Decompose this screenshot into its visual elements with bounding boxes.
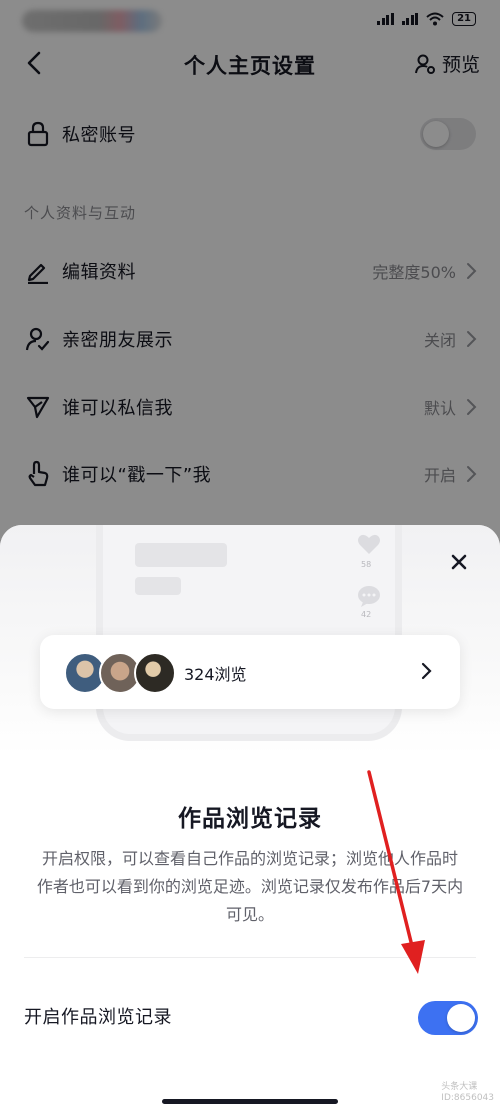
viewer-avatars (64, 652, 176, 694)
watermark-line2: ID:8656043 (441, 1093, 494, 1103)
home-indicator (162, 1099, 338, 1104)
avatar (134, 652, 176, 694)
toggle-knob (447, 1004, 475, 1032)
browse-history-toggle[interactable] (418, 1001, 478, 1035)
sheet-description: 开启权限，可以查看自己作品的浏览记录；浏览他人作品时作者也可以看到你的浏览足迹。… (36, 849, 464, 924)
toggle-label: 开启作品浏览记录 (24, 1007, 172, 1028)
watermark: 头条大课 ID:8656043 (441, 1082, 494, 1104)
divider (24, 957, 476, 958)
chevron-right-icon (421, 662, 432, 680)
comment-icon (358, 586, 380, 607)
watermark-line1: 头条大课 (441, 1082, 478, 1092)
illustration: 58 42 324浏览 (0, 525, 500, 755)
like-count: 58 (361, 560, 372, 569)
sheet-title: 作品浏览记录 (178, 806, 322, 832)
close-icon[interactable] (448, 551, 470, 573)
placeholder-bar (135, 543, 227, 567)
viewers-card: 324浏览 (40, 635, 460, 709)
browse-history-sheet: 58 42 324浏览 作品浏览记录 开启权限，可以查看自己作品的浏览记录；浏览… (0, 525, 500, 1111)
comment-count: 42 (361, 610, 372, 619)
placeholder-bar (135, 577, 181, 595)
view-count: 324浏览 (184, 665, 247, 684)
heart-icon (358, 534, 380, 554)
